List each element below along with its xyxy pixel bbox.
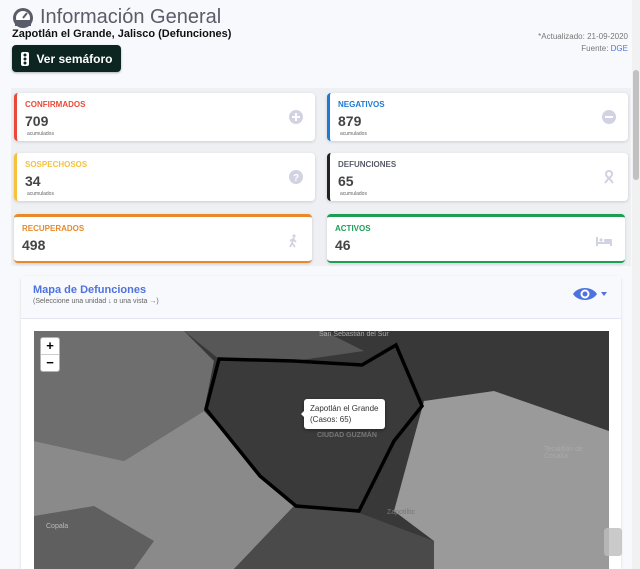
card-sub: acumulados — [340, 131, 367, 137]
page-title-text: Información General — [40, 6, 222, 28]
scrollbar-thumb[interactable] — [633, 70, 639, 180]
source-label: Fuente: — [581, 44, 609, 53]
view-dropdown[interactable] — [572, 286, 607, 302]
gauge-icon — [13, 7, 33, 28]
card-label: NEGATIVOS — [338, 100, 385, 109]
card-label: SOSPECHOSOS — [25, 160, 88, 169]
map-place-label: Tecalitlán de Cosalía — [544, 446, 583, 460]
card-value: 709 — [25, 113, 49, 129]
card-label: DEFUNCIONES — [338, 160, 397, 169]
card-value: 65 — [338, 173, 354, 189]
svg-text:?: ? — [293, 173, 299, 184]
semaforo-button-label: Ver semáforo — [36, 51, 113, 66]
card-value: 46 — [335, 237, 351, 253]
card-label: RECUPERADOS — [22, 224, 85, 233]
bed-icon — [596, 237, 612, 246]
map-place-label: CIUDAD GUZMÁN — [317, 432, 377, 439]
updated-date: *Actualizado: 21-09-2020 — [538, 32, 628, 41]
card-sub: acumulados — [340, 191, 367, 197]
caret-down-icon — [601, 292, 607, 296]
card-sospechosos[interactable]: SOSPECHOSOS 34 acumulados ? — [14, 153, 315, 201]
map-card-header: Mapa de Defunciones (Seleccione una unid… — [21, 276, 621, 319]
walking-icon — [289, 234, 297, 248]
card-defunciones[interactable]: DEFUNCIONES 65 acumulados — [327, 153, 628, 201]
scroll-top-button[interactable] — [604, 528, 622, 556]
map-place-label: Copala — [46, 523, 69, 530]
summary-cards: CONFIRMADOS 709 acumulados NEGATIVOS 879… — [11, 88, 631, 266]
page-header: Información General Zapotlán el Grande, … — [12, 4, 628, 88]
card-value: 34 — [25, 173, 41, 189]
card-negativos[interactable]: NEGATIVOS 879 acumulados — [327, 93, 628, 141]
map-subtitle: (Seleccione una unidad ↓ o una vista →) — [33, 298, 159, 305]
zoom-in-button[interactable]: + — [41, 338, 59, 354]
zoom-out-button[interactable]: − — [41, 354, 59, 371]
ribbon-icon — [604, 170, 614, 184]
update-info: *Actualizado: 21-09-2020 Fuente: DGE — [538, 31, 628, 55]
card-value: 498 — [22, 237, 46, 253]
question-circle-icon: ? — [289, 170, 303, 184]
map-card: Mapa de Defunciones (Seleccione una unid… — [21, 276, 621, 569]
card-confirmados[interactable]: CONFIRMADOS 709 acumulados — [14, 93, 315, 141]
semaforo-button[interactable]: Ver semáforo — [12, 45, 121, 72]
page-title: Información General — [12, 6, 221, 29]
traffic-light-icon — [21, 51, 30, 66]
tooltip-cases: (Casos: 65) — [310, 415, 352, 424]
location-label: Zapotlán el Grande, Jalisco (Defunciones… — [12, 28, 232, 40]
zoom-control: + − — [40, 337, 60, 372]
card-label: CONFIRMADOS — [25, 100, 86, 109]
map-title: Mapa de Defunciones — [33, 284, 147, 296]
map-place-label: San Sebastián del Sur — [319, 331, 389, 338]
map-regions — [34, 331, 609, 569]
card-sub: acumulados — [27, 131, 54, 137]
card-sub: acumulados — [27, 191, 54, 197]
page-scrollbar[interactable] — [632, 0, 640, 569]
choropleth-map[interactable]: San Sebastián del Sur CIUDAD GUZMÁN Teca… — [34, 331, 609, 569]
card-recuperados[interactable]: RECUPERADOS 498 — [14, 214, 312, 263]
source-link[interactable]: DGE — [611, 44, 628, 53]
tooltip-region-name: Zapotlán el Grande — [310, 404, 379, 413]
card-label: ACTIVOS — [335, 224, 371, 233]
plus-circle-icon — [289, 110, 303, 124]
eye-icon — [573, 288, 597, 300]
card-value: 879 — [338, 113, 362, 129]
map-place-label: Zapotiltic — [387, 509, 416, 516]
map-tooltip: Zapotlán el Grande (Casos: 65) — [301, 399, 385, 429]
card-activos[interactable]: ACTIVOS 46 — [327, 214, 625, 263]
minus-circle-icon — [602, 110, 616, 124]
